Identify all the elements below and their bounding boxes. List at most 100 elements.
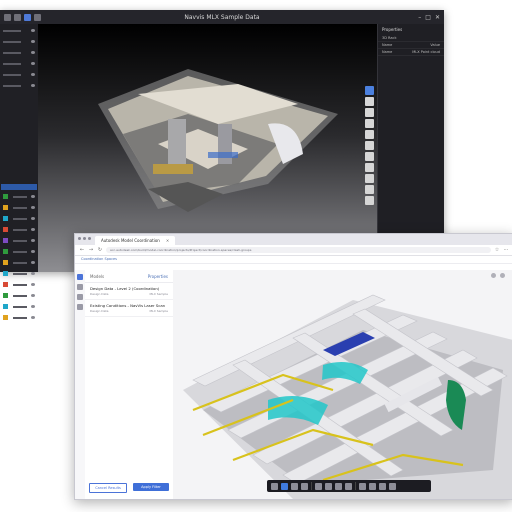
eye-icon[interactable] <box>31 316 35 319</box>
eye-icon[interactable] <box>31 305 35 308</box>
eye-icon[interactable] <box>31 84 35 87</box>
legend-item[interactable] <box>3 258 35 267</box>
home-icon[interactable] <box>365 130 374 139</box>
eye-icon[interactable] <box>31 239 35 242</box>
apply-button[interactable]: Apply Filter <box>133 483 169 491</box>
reload-icon[interactable]: ↻ <box>97 247 103 253</box>
legend-item[interactable] <box>3 192 35 201</box>
eye-icon[interactable] <box>31 51 35 54</box>
close-button[interactable]: ✕ <box>435 14 440 21</box>
pan-icon[interactable] <box>281 482 288 490</box>
cube-icon[interactable] <box>365 119 374 128</box>
viewcube-icon[interactable] <box>500 273 505 278</box>
model-browser-icon[interactable] <box>345 482 352 490</box>
views-icon[interactable] <box>77 294 83 300</box>
select-icon[interactable] <box>365 86 374 95</box>
layer-row[interactable] <box>3 26 35 35</box>
fullscreen-icon[interactable] <box>379 482 386 490</box>
layers-icon[interactable] <box>34 13 41 21</box>
model-viewport[interactable] <box>173 270 512 499</box>
legend-item[interactable] <box>3 225 35 234</box>
eye-icon[interactable] <box>31 272 35 275</box>
layer-row[interactable] <box>3 81 35 90</box>
eye-icon[interactable] <box>31 62 35 65</box>
fit-icon[interactable] <box>291 482 298 490</box>
legend-swatch <box>3 216 8 221</box>
layer-row[interactable] <box>3 37 35 46</box>
camera-icon[interactable] <box>301 482 308 490</box>
eye-icon[interactable] <box>31 283 35 286</box>
legend-swatch <box>3 260 8 265</box>
eye-icon[interactable] <box>31 29 35 32</box>
star-icon[interactable]: ☆ <box>494 247 500 253</box>
section-icon[interactable] <box>325 482 332 490</box>
eye-icon[interactable] <box>31 206 35 209</box>
app-icon[interactable] <box>4 13 11 21</box>
issues-icon[interactable] <box>77 304 83 310</box>
back-icon[interactable]: ← <box>79 247 85 253</box>
legend-item[interactable] <box>3 247 35 256</box>
menu-icon[interactable]: ⋯ <box>503 247 509 253</box>
layer-row[interactable] <box>3 59 35 68</box>
maximize-button[interactable]: □ <box>425 14 431 21</box>
grid-icon[interactable] <box>365 196 374 205</box>
panel-header: Models Properties <box>85 270 173 283</box>
close-tab-icon[interactable]: ✕ <box>166 238 169 243</box>
browser-tab[interactable]: Autodesk Model Coordination ✕ <box>95 236 176 245</box>
viewer-toolbar <box>267 480 431 492</box>
properties-row[interactable]: Name MLX Point cloud <box>378 49 444 56</box>
legend-item[interactable] <box>3 214 35 223</box>
eye-icon[interactable] <box>31 261 35 264</box>
fullscreen-icon[interactable] <box>365 185 374 194</box>
bim-model-scene <box>183 294 512 499</box>
list-item[interactable]: Existing Conditions - NavVis Laser Scan … <box>85 300 173 317</box>
property-value: MLX Point cloud <box>412 50 440 54</box>
legend-item[interactable] <box>3 291 35 300</box>
section-icon[interactable] <box>365 108 374 117</box>
legend-item[interactable] <box>3 280 35 289</box>
view-icon[interactable] <box>24 13 31 21</box>
eye-icon[interactable] <box>31 195 35 198</box>
layer-row[interactable] <box>3 48 35 57</box>
layer-row[interactable] <box>3 70 35 79</box>
legend-item[interactable] <box>3 203 35 212</box>
settings-icon[interactable] <box>365 174 374 183</box>
eye-icon[interactable] <box>31 40 35 43</box>
clashes-icon[interactable] <box>77 284 83 290</box>
settings-icon[interactable] <box>369 482 376 490</box>
item-meta: Design Data <box>90 292 109 296</box>
column-value: Value <box>430 43 440 47</box>
window-controls: – □ ✕ <box>418 14 440 21</box>
cancel-button[interactable]: Cancel Results <box>89 483 127 493</box>
help-icon[interactable] <box>491 273 496 278</box>
properties-filter[interactable]: Properties <box>148 274 168 279</box>
legend-item[interactable] <box>3 302 35 311</box>
clip-icon[interactable] <box>365 141 374 150</box>
orbit-icon[interactable] <box>271 482 278 490</box>
view-icon[interactable] <box>389 482 396 490</box>
eye-icon[interactable] <box>31 250 35 253</box>
properties-icon[interactable] <box>359 482 366 490</box>
minimize-button[interactable]: – <box>418 14 421 21</box>
save-icon[interactable] <box>14 13 21 21</box>
url-field[interactable]: acc.autodesk.com/build/model-coordinatio… <box>106 247 491 253</box>
eye-icon[interactable] <box>31 217 35 220</box>
list-item[interactable]: Design Data - Level 2 (Coordination) Des… <box>85 283 173 300</box>
legend-swatch <box>3 205 8 210</box>
legend-item[interactable] <box>3 236 35 245</box>
eye-icon[interactable] <box>31 228 35 231</box>
legend-item[interactable] <box>3 313 35 322</box>
layers-icon[interactable] <box>365 152 374 161</box>
legend-item[interactable] <box>3 269 35 278</box>
eye-icon[interactable] <box>31 73 35 76</box>
explode-icon[interactable] <box>335 482 342 490</box>
models-icon[interactable] <box>77 274 83 280</box>
camera-icon[interactable] <box>365 163 374 172</box>
forward-icon[interactable]: → <box>88 247 94 253</box>
properties-columns: Name Value <box>378 42 444 49</box>
eye-icon[interactable] <box>31 294 35 297</box>
measure-icon[interactable] <box>315 482 322 490</box>
measure-icon[interactable] <box>365 97 374 106</box>
breadcrumb[interactable]: Coordination Spaces <box>75 256 512 264</box>
address-bar: ← → ↻ acc.autodesk.com/build/model-coord… <box>75 245 512 256</box>
